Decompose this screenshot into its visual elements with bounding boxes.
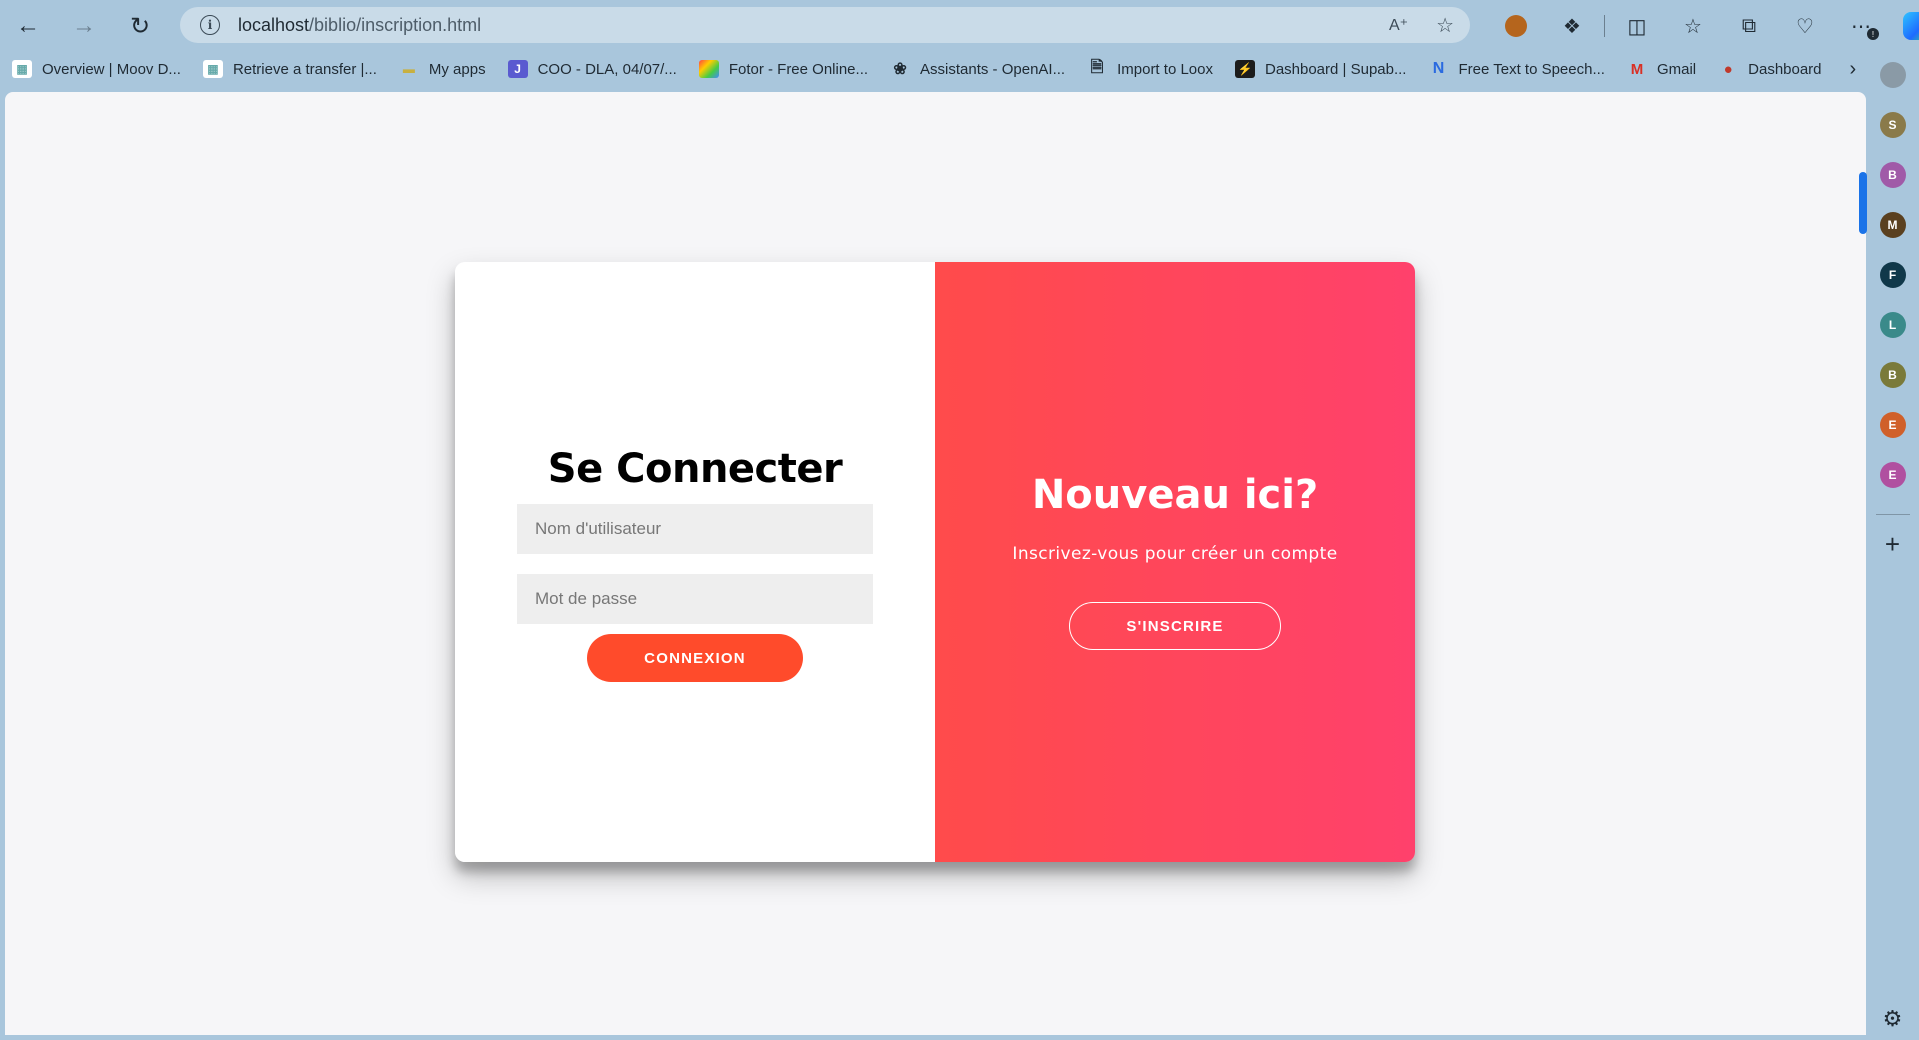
toolbar-divider	[1604, 15, 1605, 37]
bookmark-item[interactable]: ▬ My apps	[399, 60, 486, 78]
cookie-extension-icon[interactable]	[1488, 0, 1544, 52]
bookmark-label: Free Text to Speech...	[1458, 60, 1605, 78]
bookmark-label: Dashboard	[1748, 60, 1822, 78]
browser-sidebar: S B M F L B E E + ⚙	[1859, 52, 1919, 1040]
back-button[interactable]: ←	[0, 0, 56, 52]
folder-icon: ▦	[202, 60, 223, 78]
split-screen-icon[interactable]: ◫	[1609, 0, 1665, 52]
arrow-left-icon: ←	[16, 12, 40, 39]
profile-avatar-icon[interactable]: E	[1879, 462, 1906, 488]
folder-icon: ▦	[12, 60, 32, 78]
bookmark-item[interactable]: J COO - DLA, 04/07/...	[507, 60, 677, 78]
bookmarks-bar: ▦ Overview | Moov D... ▦ Retrieve a tran…	[0, 52, 1860, 86]
login-button[interactable]: CONNEXION	[587, 634, 803, 682]
bookmark-label: Gmail	[1656, 60, 1697, 78]
notification-badge-icon: !	[1867, 28, 1879, 40]
reload-icon: ↻	[129, 12, 151, 40]
profile-avatar-icon[interactable]: S	[1879, 112, 1906, 138]
bookmark-item[interactable]: ● Dashboard	[1718, 60, 1822, 78]
profile-avatar-icon[interactable]: E	[1879, 412, 1906, 438]
reload-button[interactable]: ↻	[112, 0, 168, 52]
bookmark-item[interactable]: ▦ Overview | Moov D...	[12, 60, 181, 78]
signup-title: Nouveau ici?	[1031, 472, 1319, 518]
sidebar-divider	[1875, 514, 1910, 515]
browser-toolbar: ← → ↻ i localhost/biblio/inscription.htm…	[0, 0, 1919, 52]
forward-button[interactable]: →	[56, 0, 112, 52]
bookmark-label: COO - DLA, 04/07/...	[537, 60, 677, 78]
read-aloud-icon[interactable]: A⁺	[1389, 15, 1408, 35]
bookmark-item[interactable]: ❀ Assistants - OpenAI...	[890, 60, 1066, 79]
bookmark-label: Assistants - OpenAI...	[920, 60, 1066, 78]
sidebar-scroll-indicator	[1859, 172, 1867, 234]
username-input[interactable]	[517, 504, 873, 554]
sidebar-search-icon[interactable]	[1879, 62, 1906, 88]
add-icon[interactable]: +	[1885, 529, 1900, 560]
profile-avatar-icon[interactable]: F	[1879, 262, 1906, 288]
star-icon[interactable]: ☆	[1436, 13, 1454, 38]
arrow-right-icon: →	[72, 12, 96, 39]
gmail-icon: M	[1630, 60, 1644, 78]
address-bar[interactable]: i localhost/biblio/inscription.html A⁺ ☆	[180, 7, 1470, 43]
bookmark-item[interactable]: 🗎 Import to Loox	[1087, 58, 1213, 78]
profile-avatar-icon[interactable]: M	[1879, 212, 1906, 238]
bookmark-label: Retrieve a transfer |...	[232, 60, 377, 78]
bookmark-item[interactable]: ▦ Retrieve a transfer |...	[202, 60, 377, 78]
openai-icon: ❀	[893, 61, 907, 78]
bookmark-item[interactable]: N Free Text to Speech...	[1428, 60, 1605, 78]
profile-avatar-icon[interactable]: L	[1879, 312, 1906, 338]
password-input[interactable]	[517, 574, 873, 624]
fotor-icon	[698, 60, 719, 78]
more-menu-icon[interactable]: ⋯!	[1833, 0, 1889, 52]
gear-icon[interactable]: ⚙	[1883, 1006, 1903, 1032]
browser-essentials-icon[interactable]: ♡	[1777, 0, 1833, 52]
extensions-icon[interactable]: ❖	[1544, 0, 1600, 52]
collections-icon[interactable]: ⧉	[1721, 0, 1777, 52]
bookmark-label: Overview | Moov D...	[42, 60, 181, 78]
signup-button[interactable]: S'INSCRIRE	[1069, 602, 1281, 650]
dashboard-icon: ●	[1723, 60, 1733, 78]
bookmark-item[interactable]: Fotor - Free Online...	[698, 60, 869, 78]
apps-icon: ▬	[402, 62, 415, 76]
bookmark-item[interactable]: M Gmail	[1627, 60, 1696, 78]
chevron-right-icon[interactable]: ›	[1850, 58, 1857, 81]
profile-avatar-icon[interactable]: B	[1879, 362, 1906, 388]
supabase-icon: ⚡	[1234, 60, 1255, 78]
bookmark-item[interactable]: ⚡ Dashboard | Supab...	[1234, 60, 1407, 78]
login-panel: Se Connecter CONNEXION	[455, 262, 935, 862]
favorites-icon[interactable]: ☆	[1665, 0, 1721, 52]
url-path: /biblio/inscription.html	[309, 14, 482, 35]
doc-icon: J	[507, 60, 528, 78]
signup-panel: Nouveau ici? Inscrivez-vous pour créer u…	[935, 262, 1415, 862]
info-icon[interactable]: i	[200, 15, 220, 35]
copilot-icon[interactable]	[1889, 0, 1919, 52]
bookmark-label: Fotor - Free Online...	[728, 60, 869, 78]
signup-text: Inscrivez-vous pour créer un compte	[1012, 544, 1338, 564]
login-title: Se Connecter	[547, 446, 843, 492]
url-host: localhost	[238, 14, 310, 35]
page-icon: 🗎	[1090, 58, 1104, 76]
bookmark-label: Dashboard | Supab...	[1264, 60, 1407, 78]
profile-avatar-icon[interactable]: B	[1879, 162, 1906, 188]
n-icon: N	[1432, 60, 1445, 77]
bookmark-label: Import to Loox	[1117, 60, 1213, 78]
auth-card: Se Connecter CONNEXION Nouveau ici? Insc…	[455, 262, 1415, 862]
bookmark-label: My apps	[428, 60, 486, 78]
